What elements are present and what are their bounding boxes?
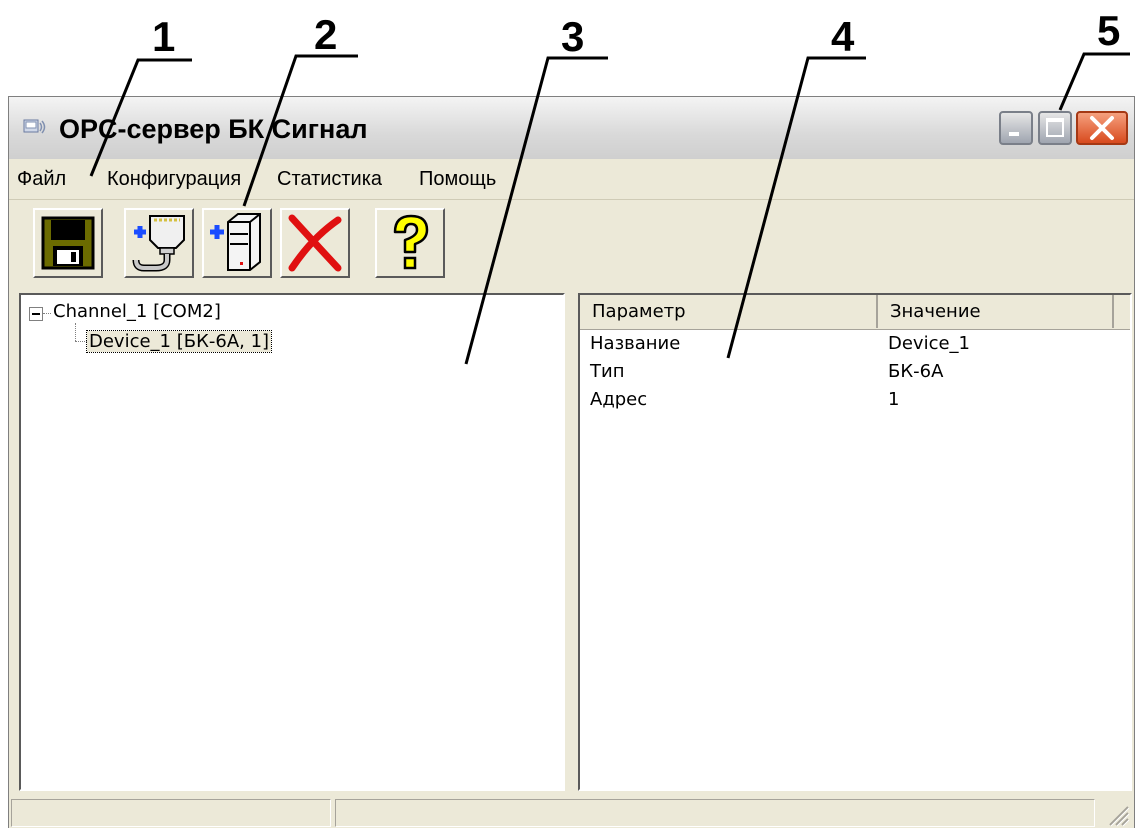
resize-grip-icon[interactable] <box>1104 801 1130 827</box>
status-panel-left <box>11 799 331 827</box>
minimize-icon <box>1009 132 1019 136</box>
column-header-parameter[interactable]: Параметр <box>580 295 878 328</box>
question-mark-icon <box>393 214 429 270</box>
add-device-button[interactable] <box>202 208 272 278</box>
callout-3: 3 <box>561 13 585 60</box>
app-icon <box>23 119 46 134</box>
row-type-param: Тип <box>590 361 625 382</box>
close-button[interactable] <box>1076 111 1128 145</box>
tree-item-device[interactable]: Device_1 [БК-6А, 1] <box>85 330 273 353</box>
add-device-icon <box>210 213 261 271</box>
delete-button[interactable] <box>280 208 350 278</box>
column-header-value[interactable]: Значение <box>878 295 1114 328</box>
menu-help[interactable]: Помощь <box>419 168 496 191</box>
row-type-value: БК-6А <box>888 361 944 382</box>
add-channel-button[interactable] <box>124 208 194 278</box>
window-title: OPC-сервер БК Сигнал <box>59 114 368 144</box>
toolbar <box>9 200 1134 286</box>
tree-pane[interactable]: Channel_1 [COM2] Device_1 [БК-6А, 1] <box>19 293 565 791</box>
callout-4: 4 <box>831 13 855 60</box>
add-cable-icon <box>132 215 185 272</box>
menu-file[interactable]: Файл <box>17 168 66 191</box>
close-icon <box>1090 116 1114 140</box>
menu-configuration[interactable]: Конфигурация <box>107 168 241 191</box>
row-name-param: Название <box>590 333 681 354</box>
menu-statistics[interactable]: Статистика <box>277 168 382 191</box>
status-panel-right <box>335 799 1095 827</box>
maximize-button[interactable] <box>1038 111 1072 145</box>
row-name-value: Device_1 <box>888 333 971 354</box>
tree-item-channel[interactable]: Channel_1 [COM2] <box>53 301 221 322</box>
callout-2: 2 <box>314 11 338 58</box>
list-header: Параметр Значение <box>580 295 1130 330</box>
row-address-param: Адрес <box>590 389 648 410</box>
row-address-value: 1 <box>888 389 900 410</box>
tree-connector <box>43 313 51 314</box>
menu-bar: Файл Конфигурация Статистика Помощь <box>9 159 1134 200</box>
properties-pane: Параметр Значение Название Device_1 Тип … <box>578 293 1132 791</box>
tree-connector <box>75 341 87 342</box>
tree-connector <box>75 323 76 341</box>
collapse-toggle[interactable] <box>29 307 43 321</box>
floppy-disk-icon <box>41 216 95 270</box>
red-x-icon <box>288 214 342 272</box>
maximize-icon <box>1046 118 1064 137</box>
title-bar[interactable]: OPC-сервер БК Сигнал <box>9 97 1134 160</box>
callout-5: 5 <box>1097 7 1121 54</box>
help-button[interactable] <box>375 208 445 278</box>
callout-1: 1 <box>152 13 176 60</box>
app-window: OPC-сервер БК Сигнал Файл Конфигурация С… <box>8 96 1135 828</box>
status-bar <box>9 797 1134 828</box>
minimize-button[interactable] <box>999 111 1033 145</box>
save-button[interactable] <box>33 208 103 278</box>
